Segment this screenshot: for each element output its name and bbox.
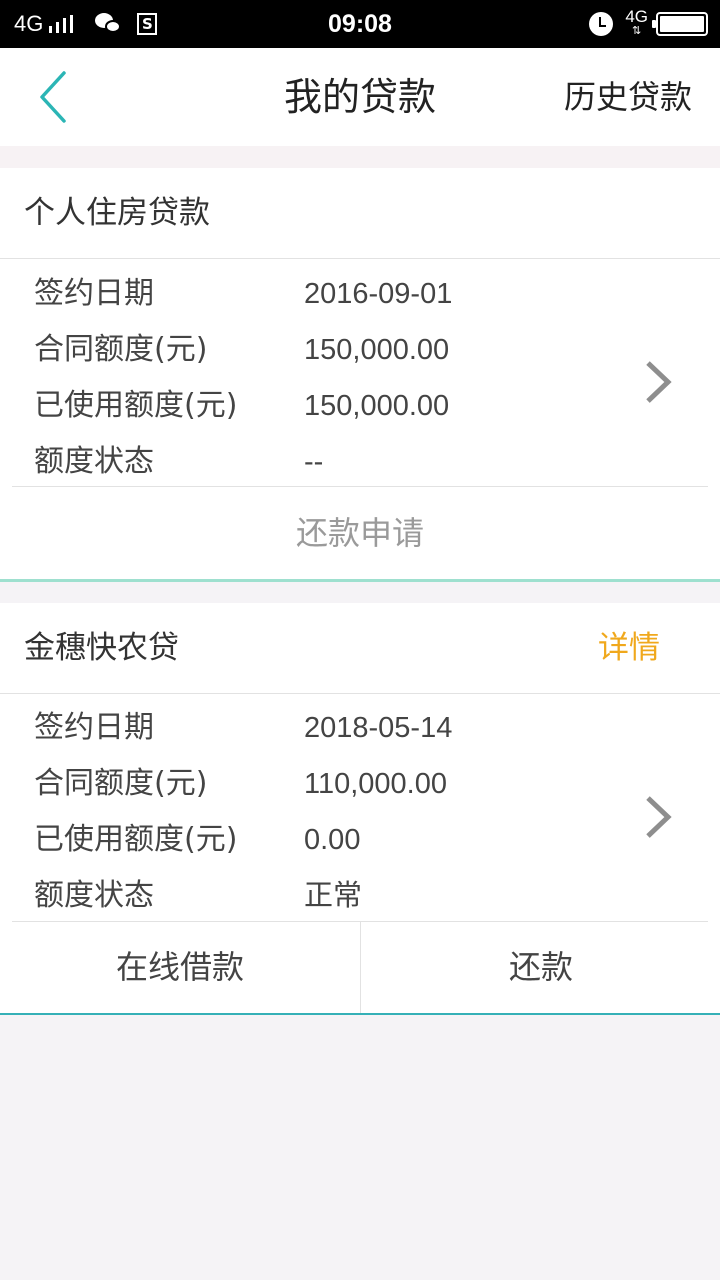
data-network-icon: 4G ⇅ <box>625 8 648 39</box>
info-label: 签约日期 <box>34 276 154 311</box>
info-value: 110,000.00 <box>304 768 447 800</box>
status-bar: 4G S 09:08 4G ⇅ <box>0 0 720 48</box>
details-link[interactable]: 详情 <box>598 603 660 694</box>
info-row-sign-date: 签约日期 2016-09-01 <box>0 266 600 322</box>
loan-title: 金穗快农贷 <box>24 630 179 666</box>
loan-info-area[interactable]: 签约日期 2016-09-01 合同额度(元) 150,000.00 已使用额度… <box>0 259 720 487</box>
battery-icon <box>652 12 708 36</box>
loan-actions: 在线借款 还款 <box>0 922 720 1013</box>
alarm-icon <box>589 12 614 36</box>
repayment-apply-button[interactable]: 还款申请 <box>0 487 720 579</box>
loan-card: 个人住房贷款 签约日期 2016-09-01 合同额度(元) 150,000.0… <box>0 168 720 582</box>
chevron-right-icon[interactable] <box>640 357 676 407</box>
info-label: 签约日期 <box>34 710 154 745</box>
online-borrow-button[interactable]: 在线借款 <box>0 922 360 1013</box>
chevron-right-svg <box>646 361 672 403</box>
loan-card-header: 金穗快农贷 详情 <box>0 603 720 694</box>
chevron-right-icon[interactable] <box>640 792 676 842</box>
chevron-right-svg <box>646 796 672 838</box>
data-arrows-icon: ⇅ <box>632 25 642 37</box>
loan-info-area[interactable]: 签约日期 2018-05-14 合同额度(元) 110,000.00 已使用额度… <box>0 694 720 922</box>
status-right: 4G ⇅ <box>589 0 708 48</box>
loan-card-header: 个人住房贷款 <box>0 168 720 259</box>
info-label: 额度状态 <box>34 444 154 479</box>
info-value: 2016-09-01 <box>304 278 453 310</box>
info-row-sign-date: 签约日期 2018-05-14 <box>0 700 600 756</box>
info-label: 合同额度(元) <box>34 766 208 801</box>
info-value: -- <box>304 446 324 478</box>
app-header: 我的贷款 历史贷款 <box>0 48 720 146</box>
history-loans-link[interactable]: 历史贷款 <box>564 48 692 146</box>
header-divider <box>0 146 720 168</box>
info-row-used-limit: 已使用额度(元) 0.00 <box>0 812 600 868</box>
repay-button[interactable]: 还款 <box>361 922 720 1013</box>
info-row-used-limit: 已使用额度(元) 150,000.00 <box>0 378 600 434</box>
info-value: 150,000.00 <box>304 334 450 366</box>
info-row-limit-status: 额度状态 -- <box>0 434 600 490</box>
info-label: 已使用额度(元) <box>34 822 238 857</box>
info-label: 额度状态 <box>34 878 154 913</box>
info-value: 0.00 <box>304 824 361 856</box>
loan-card: 金穗快农贷 详情 签约日期 2018-05-14 合同额度(元) 110,000… <box>0 603 720 1015</box>
info-row-limit-status: 额度状态 正常 <box>0 868 600 924</box>
info-value: 150,000.00 <box>304 390 450 422</box>
info-row-contract-limit: 合同额度(元) 150,000.00 <box>0 322 600 378</box>
loan-title: 个人住房贷款 <box>24 195 210 231</box>
info-value: 正常 <box>304 880 363 912</box>
info-row-contract-limit: 合同额度(元) 110,000.00 <box>0 756 600 812</box>
info-label: 合同额度(元) <box>34 332 208 367</box>
info-label: 已使用额度(元) <box>34 388 238 423</box>
info-value: 2018-05-14 <box>304 712 453 744</box>
